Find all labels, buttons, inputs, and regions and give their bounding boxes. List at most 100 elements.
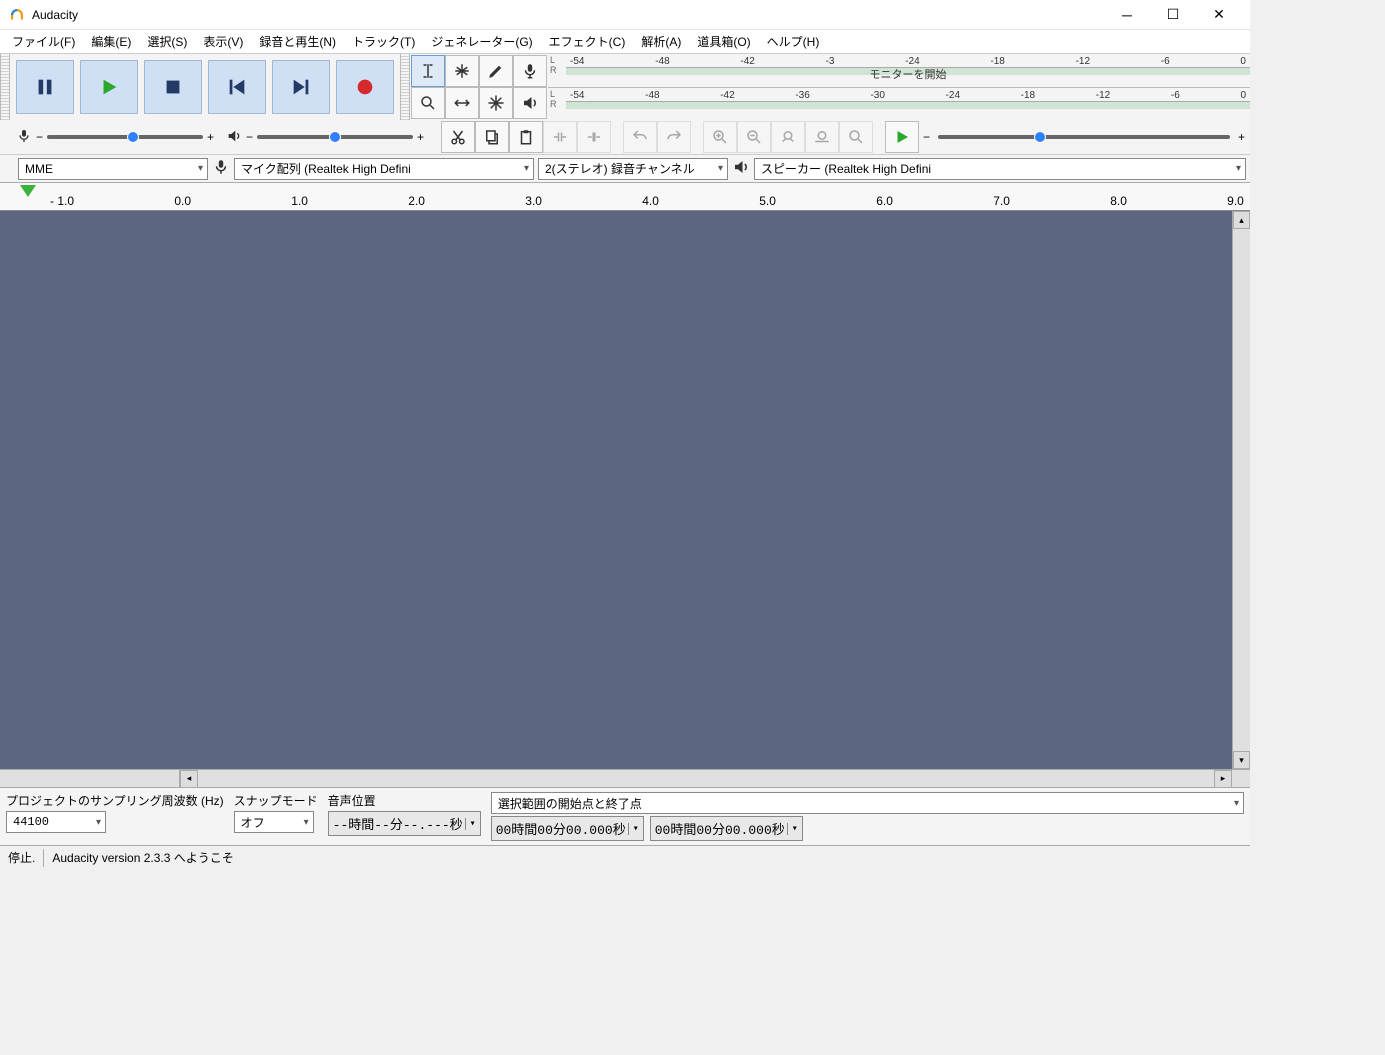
meter-tick: -6 bbox=[1161, 56, 1170, 67]
maximize-button[interactable]: ☐ bbox=[1150, 0, 1196, 30]
menu-analyze[interactable]: 解析(A) bbox=[633, 30, 689, 53]
menu-tools[interactable]: 道具箱(O) bbox=[689, 30, 758, 53]
title-bar: Audacity ─ ☐ ✕ bbox=[0, 0, 1250, 30]
meter-tick: -54 bbox=[570, 90, 584, 101]
toolbar-area: LR -54 -48 -42 -3 モニターを開始 -24 -18 -12 -6… bbox=[0, 54, 1250, 183]
envelope-tool[interactable] bbox=[445, 55, 479, 87]
fit-selection-button[interactable] bbox=[771, 121, 805, 153]
audio-position-label: 音声位置 bbox=[328, 792, 481, 809]
recording-device-dropdown[interactable]: マイク配列 (Realtek High Defini bbox=[234, 158, 534, 180]
mic-icon bbox=[16, 128, 32, 147]
snap-mode-dropdown[interactable]: オフ bbox=[234, 811, 314, 833]
meter-tick: -42 bbox=[720, 90, 734, 101]
playback-speed-track[interactable] bbox=[938, 135, 1230, 139]
scroll-up-button[interactable]: ▴ bbox=[1233, 211, 1250, 229]
meter-tick: -24 bbox=[946, 90, 960, 101]
scroll-left-button[interactable]: ◂ bbox=[180, 770, 198, 788]
selection-tool[interactable] bbox=[411, 55, 445, 87]
meter-tick: -48 bbox=[645, 90, 659, 101]
status-state: 停止. bbox=[8, 849, 35, 866]
timeshift-tool[interactable] bbox=[445, 87, 479, 119]
menu-help[interactable]: ヘルプ(H) bbox=[759, 30, 828, 53]
redo-button[interactable] bbox=[657, 121, 691, 153]
stop-button[interactable] bbox=[144, 60, 202, 114]
timeline-tick: 2.0 bbox=[408, 194, 425, 208]
scroll-down-button[interactable]: ▾ bbox=[1233, 751, 1250, 769]
timeline-tick: - 1.0 bbox=[50, 194, 74, 208]
zoom-out-button[interactable] bbox=[737, 121, 771, 153]
minimize-button[interactable]: ─ bbox=[1104, 0, 1150, 30]
play-at-speed-toolbar: − + bbox=[884, 120, 1250, 154]
menu-edit[interactable]: 編集(E) bbox=[83, 30, 139, 53]
zoom-tool[interactable] bbox=[411, 87, 445, 119]
menu-generate[interactable]: ジェネレーター(G) bbox=[423, 30, 540, 53]
cut-button[interactable] bbox=[441, 121, 475, 153]
playback-device-dropdown[interactable]: スピーカー (Realtek High Defini bbox=[754, 158, 1246, 180]
toolbar-grip[interactable] bbox=[400, 54, 410, 120]
skip-end-button[interactable] bbox=[272, 60, 330, 114]
play-button[interactable] bbox=[80, 60, 138, 114]
play-at-speed-button[interactable] bbox=[885, 121, 919, 153]
recording-channels-dropdown[interactable]: 2(ステレオ) 録音チャンネル bbox=[538, 158, 728, 180]
project-rate-label: プロジェクトのサンプリング周波数 (Hz) bbox=[6, 792, 224, 809]
timeline-tick: 3.0 bbox=[525, 194, 542, 208]
pause-button[interactable] bbox=[16, 60, 74, 114]
menu-file[interactable]: ファイル(F) bbox=[4, 30, 83, 53]
vertical-scrollbar[interactable]: ▴ ▾ bbox=[1232, 211, 1250, 769]
zoom-in-button[interactable] bbox=[703, 121, 737, 153]
audio-host-dropdown[interactable]: MME bbox=[18, 158, 208, 180]
project-rate-dropdown[interactable]: 44100 bbox=[6, 811, 106, 833]
undo-button[interactable] bbox=[623, 121, 657, 153]
playback-volume-track[interactable] bbox=[257, 135, 413, 139]
speaker-icon[interactable] bbox=[513, 87, 547, 119]
track-panel[interactable] bbox=[0, 211, 1232, 769]
menu-effect[interactable]: エフェクト(C) bbox=[541, 30, 634, 53]
meter-tick: -36 bbox=[795, 90, 809, 101]
draw-tool[interactable] bbox=[479, 55, 513, 87]
timeline-tick: 6.0 bbox=[876, 194, 893, 208]
selection-start-display[interactable]: 00時間00分00.000秒▾ bbox=[491, 816, 644, 841]
playhead-icon[interactable] bbox=[20, 185, 36, 197]
paste-button[interactable] bbox=[509, 121, 543, 153]
recording-meter[interactable]: LR -54 -48 -42 -3 モニターを開始 -24 -18 -12 -6… bbox=[548, 54, 1250, 88]
meter-tick: -54 bbox=[570, 56, 584, 67]
menu-transport[interactable]: 録音と再生(N) bbox=[251, 30, 344, 53]
playback-volume-slider: − + bbox=[220, 128, 430, 147]
plus-icon: + bbox=[207, 130, 214, 144]
selection-format-dropdown[interactable]: 選択範囲の開始点と終了点 bbox=[491, 792, 1244, 814]
trim-button[interactable] bbox=[543, 121, 577, 153]
menu-view[interactable]: 表示(V) bbox=[195, 30, 251, 53]
menu-select[interactable]: 選択(S) bbox=[139, 30, 195, 53]
timeline-tick: 5.0 bbox=[759, 194, 776, 208]
meter-tick: -18 bbox=[990, 56, 1004, 67]
record-button[interactable] bbox=[336, 60, 394, 114]
selection-toolbar: プロジェクトのサンプリング周波数 (Hz) 44100 スナップモード オフ 音… bbox=[0, 787, 1250, 845]
close-button[interactable]: ✕ bbox=[1196, 0, 1242, 30]
menu-tracks[interactable]: トラック(T) bbox=[344, 30, 423, 53]
meter-tick: -30 bbox=[870, 90, 884, 101]
timeline-ruler[interactable]: - 1.0 0.0 1.0 2.0 3.0 4.0 5.0 6.0 7.0 8.… bbox=[0, 183, 1250, 211]
zoom-toolbar bbox=[702, 120, 874, 154]
plus-icon: + bbox=[1238, 130, 1245, 144]
skip-start-button[interactable] bbox=[208, 60, 266, 114]
click-to-monitor-label: モニターを開始 bbox=[870, 66, 947, 82]
copy-button[interactable] bbox=[475, 121, 509, 153]
selection-end-display[interactable]: 00時間00分00.000秒▾ bbox=[650, 816, 803, 841]
multi-tool[interactable] bbox=[479, 87, 513, 119]
scroll-right-button[interactable]: ▸ bbox=[1214, 770, 1232, 788]
minus-icon: − bbox=[923, 130, 930, 144]
horizontal-scrollbar[interactable]: ◂ ▸ bbox=[0, 769, 1250, 787]
meter-tick: -48 bbox=[655, 56, 669, 67]
meter-tick: -6 bbox=[1171, 90, 1180, 101]
recording-volume-track[interactable] bbox=[47, 135, 203, 139]
project-rate-value: 44100 bbox=[13, 815, 49, 829]
recording-channels-value: 2(ステレオ) 録音チャンネル bbox=[545, 160, 695, 177]
playback-meter[interactable]: LR -54 -48 -42 -36 -30 -24 -18 -12 -6 0 bbox=[548, 88, 1250, 121]
audio-position-display[interactable]: --時間--分--.---秒▾ bbox=[328, 811, 481, 836]
silence-button[interactable] bbox=[577, 121, 611, 153]
window-title: Audacity bbox=[32, 8, 78, 22]
toolbar-grip[interactable] bbox=[0, 54, 10, 120]
fit-project-button[interactable] bbox=[805, 121, 839, 153]
mic-icon[interactable] bbox=[513, 55, 547, 87]
zoom-toggle-button[interactable] bbox=[839, 121, 873, 153]
